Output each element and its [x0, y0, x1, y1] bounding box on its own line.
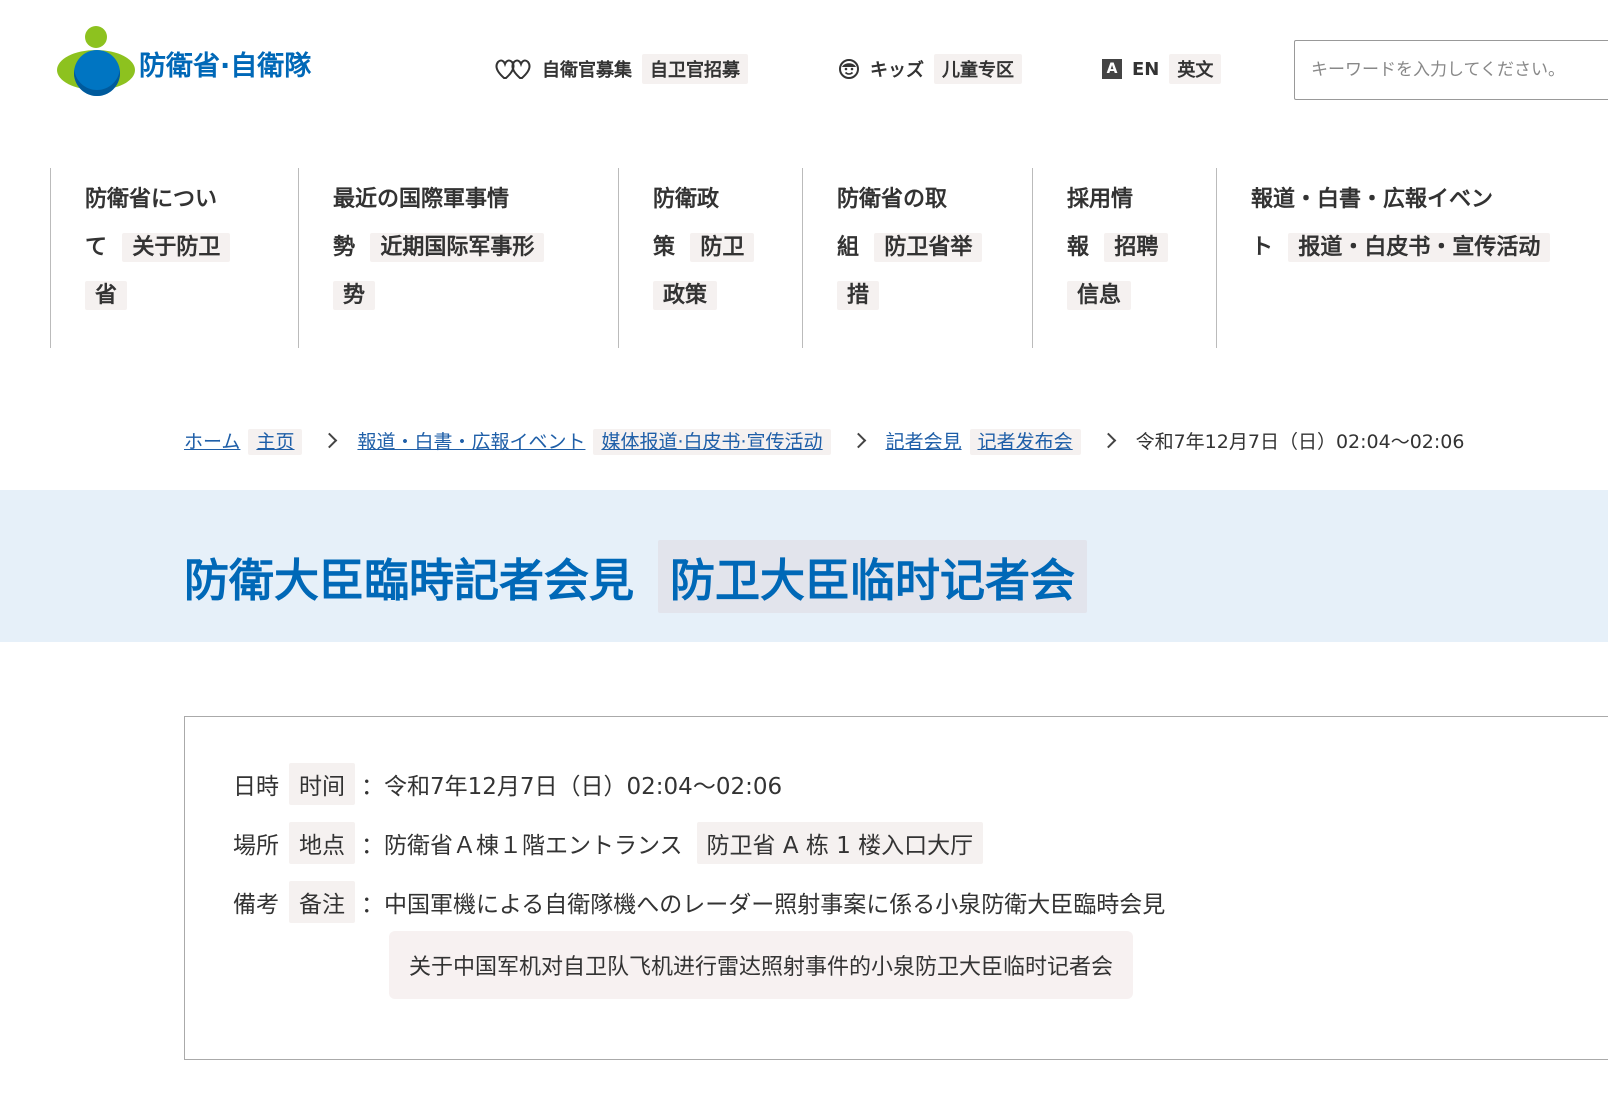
nav-item-about[interactable]: 防衛省につい て 关于防卫 省 [50, 168, 298, 348]
site-logo[interactable]: 防衛省·自衛隊 [57, 26, 317, 100]
kids-translation: 儿童专区 [934, 54, 1022, 84]
nav-item-text: 防衛省の取 [837, 187, 948, 212]
nav-item-text: 採用情 [1067, 187, 1134, 212]
kids-label: キッズ [870, 60, 924, 81]
chevron-right-icon [1100, 432, 1116, 448]
info-label-translation: 地点 [289, 822, 355, 864]
info-label-translation: 时间 [289, 763, 355, 805]
breadcrumb: ホーム 主页 報道・白書・広報イベント 媒体报道·白皮书·宣传活动 記者会見 记者发布… [184, 425, 1464, 455]
info-label: 日時 [233, 774, 279, 800]
recruit-link[interactable]: 自衛官募集 自卫官招募 [494, 54, 748, 84]
global-nav: 防衛省につい て 关于防卫 省 最近の国際軍事情 勢 近期国际军事形 势 防衛政… [50, 168, 1608, 348]
nav-item-recruitment[interactable]: 採用情 報 招聘 信息 [1032, 168, 1216, 348]
breadcrumb-home[interactable]: ホーム 主页 [184, 427, 303, 455]
logo-emblem-icon [57, 26, 135, 100]
info-value: ：令和7年12月7日（日）02:04〜02:06 [361, 774, 783, 800]
breadcrumb-current: 令和7年12月7日（日）02:04〜02:06 [1135, 430, 1465, 453]
breadcrumb-press[interactable]: 報道・白書・広報イベント 媒体报道·白皮书·宣传活动 [357, 427, 831, 455]
conference-info-box: 日時 时间 ：令和7年12月7日（日）02:04〜02:06 場所 地点 ：防衛… [184, 716, 1608, 1060]
info-label: 備考 [233, 892, 279, 918]
breadcrumb-press-translation: 媒体报道·白皮书·宣传活动 [593, 428, 831, 455]
nav-item-text: て [85, 235, 108, 260]
nav-item-text: 策 [653, 235, 676, 260]
chevron-right-icon [322, 432, 338, 448]
breadcrumb-conference-label: 記者会見 [885, 430, 962, 453]
info-value: ：中国軍機による自衛隊機へのレーダー照射事案に係る小泉防衛大臣臨時会見 [361, 892, 1166, 918]
nav-item-translation: 政策 [653, 281, 718, 310]
nav-item-translation: 防卫 [690, 233, 755, 262]
nav-item-translation: 信息 [1067, 281, 1132, 310]
english-translation: 英文 [1169, 54, 1222, 84]
breadcrumb-home-translation: 主页 [248, 428, 303, 455]
info-row-place: 場所 地点 ：防衛省Ａ棟１階エントランス 防卫省 A 栋 1 楼入口大厅 [233, 822, 984, 864]
nav-item-translation: 近期国际军事形 [370, 233, 545, 262]
info-label: 場所 [233, 833, 279, 859]
nav-item-translation: 招聘 [1104, 233, 1169, 262]
info-row-note: 備考 备注 ：中国軍機による自衛隊機へのレーダー照射事案に係る小泉防衛大臣臨時会… [233, 881, 1165, 923]
info-row-datetime: 日時 时间 ：令和7年12月7日（日）02:04〜02:06 [233, 763, 782, 805]
nav-item-text: 防衛政 [653, 187, 720, 212]
letter-a-icon: A [1102, 59, 1122, 79]
english-link[interactable]: A EN 英文 [1102, 54, 1222, 84]
site-header: 防衛省·自衛隊 自衛官募集 自卫官招募 キッズ 儿童专区 A EN 英文 [0, 0, 1608, 140]
nav-item-translation: 关于防卫 [122, 233, 231, 262]
nav-item-text: 組 [837, 235, 860, 260]
nav-item-military-situation[interactable]: 最近の国際軍事情 勢 近期国际军事形 势 [298, 168, 618, 348]
nav-item-text: 最近の国際軍事情 [333, 187, 510, 212]
info-label-translation: 备注 [289, 881, 355, 923]
search-input[interactable] [1294, 40, 1608, 100]
chevron-right-icon [850, 432, 866, 448]
kids-link[interactable]: キッズ 儿童专区 [838, 54, 1022, 84]
info-value-translation: 防卫省 A 栋 1 楼入口大厅 [696, 822, 984, 864]
nav-item-translation: 势 [333, 281, 376, 310]
recruit-translation: 自卫官招募 [642, 54, 748, 84]
breadcrumb-press-label: 報道・白書・広報イベント [357, 430, 586, 453]
recruit-label: 自衛官募集 [542, 60, 632, 81]
nav-item-text: ト [1251, 235, 1274, 260]
nav-item-translation: 防卫省举 [874, 233, 983, 262]
nav-item-text: 報道・白書・広報イベン [1251, 187, 1494, 212]
nav-item-initiatives[interactable]: 防衛省の取 組 防卫省举 措 [802, 168, 1032, 348]
info-note-translation: 关于中国军机对自卫队飞机进行雷达照射事件的小泉防卫大臣临时记者会 [389, 931, 1134, 999]
nav-item-defense-policy[interactable]: 防衛政 策 防卫 政策 [618, 168, 802, 348]
nav-item-text: 防衛省につい [85, 187, 218, 212]
page-title-translation: 防卫大臣临时记者会 [658, 540, 1088, 613]
page-title: 防衛大臣臨時記者会見 防卫大臣临时记者会 [184, 540, 1088, 613]
hearts-icon [494, 58, 532, 80]
nav-item-translation: 报道・白皮书・宣传活动 [1288, 233, 1551, 262]
breadcrumb-home-label: ホーム [184, 430, 241, 453]
nav-item-translation: 措 [837, 281, 880, 310]
page-title-text: 防衛大臣臨時記者会見 [184, 554, 635, 607]
nav-item-text: 報 [1067, 235, 1090, 260]
nav-item-press[interactable]: 報道・白書・広報イベン ト 报道・白皮书・宣传活动 [1216, 168, 1608, 348]
english-label: EN [1132, 58, 1160, 80]
logo-text: 防衛省·自衛隊 [139, 50, 312, 82]
breadcrumb-conference[interactable]: 記者会見 记者发布会 [885, 427, 1081, 455]
nav-item-translation: 省 [85, 281, 128, 310]
smiley-face-icon [838, 58, 860, 80]
info-value: ：防衛省Ａ棟１階エントランス [361, 833, 683, 859]
nav-item-text: 勢 [333, 235, 356, 260]
breadcrumb-conference-translation: 记者发布会 [969, 428, 1081, 455]
